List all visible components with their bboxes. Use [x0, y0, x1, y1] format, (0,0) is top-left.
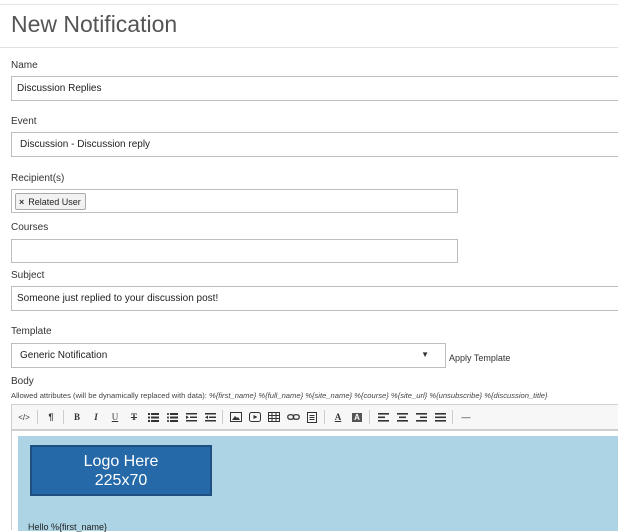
subject-input[interactable]: Someone just replied to your discussion …	[11, 286, 618, 311]
align-right-icon[interactable]	[413, 409, 429, 425]
horizontal-rule-icon[interactable]: —	[458, 409, 474, 425]
italic-icon[interactable]: I	[88, 409, 104, 425]
indent-icon[interactable]	[202, 409, 218, 425]
font-color-icon[interactable]: A	[330, 409, 346, 425]
strikethrough-icon[interactable]: T	[126, 409, 142, 425]
name-input[interactable]: Discussion Replies	[11, 76, 618, 101]
template-select-value: Generic Notification	[20, 350, 108, 361]
bold-icon[interactable]: B	[69, 409, 85, 425]
logo-text: Logo Here	[83, 453, 159, 470]
page-title: New Notification	[11, 11, 178, 37]
toolbar-separator	[63, 410, 64, 424]
logo-placeholder: Logo Here 225x70	[30, 445, 212, 496]
event-select-value: Discussion - Discussion reply	[20, 139, 151, 150]
recipient-tag: × Related User	[15, 193, 86, 210]
outdent-icon[interactable]	[183, 409, 199, 425]
event-label: Event	[11, 116, 37, 127]
template-select[interactable]: Generic Notification ▼	[11, 343, 446, 368]
underline-icon[interactable]: U	[107, 409, 123, 425]
align-center-icon[interactable]	[394, 409, 410, 425]
recipients-label: Recipient(s)	[11, 173, 65, 184]
remove-tag-icon[interactable]: ×	[19, 197, 24, 207]
allowed-attributes-prefix: Allowed attributes (will be dynamically …	[11, 391, 207, 400]
template-label: Template	[11, 326, 52, 337]
code-view-icon[interactable]: </>	[15, 409, 33, 425]
courses-input[interactable]	[11, 239, 458, 263]
apply-template-link[interactable]: Apply Template	[449, 353, 510, 363]
ordered-list-icon[interactable]	[164, 409, 180, 425]
recipients-input[interactable]: × Related User	[11, 189, 458, 213]
align-left-icon[interactable]	[375, 409, 391, 425]
recipient-tag-label: Related User	[28, 196, 81, 207]
name-label: Name	[11, 60, 38, 71]
allowed-attributes-list: %{first_name} %{full_name} %{site_name} …	[208, 391, 548, 400]
background-color-glyph: A	[352, 412, 362, 422]
email-template-canvas: Logo Here 225x70 Hello %{first_name}	[18, 436, 618, 532]
top-border	[0, 4, 618, 5]
subject-input-value: Someone just replied to your discussion …	[17, 293, 219, 304]
toolbar-separator	[324, 410, 325, 424]
background-color-icon[interactable]: A	[349, 409, 365, 425]
body-editor[interactable]: Logo Here 225x70 Hello %{first_name}	[11, 430, 618, 532]
toolbar-separator	[452, 410, 453, 424]
toolbar-separator	[369, 410, 370, 424]
justify-icon[interactable]	[432, 409, 448, 425]
editor-toolbar: </> ¶ B I U T A A —	[11, 404, 618, 430]
dropdown-arrow-icon: ▼	[421, 350, 429, 359]
file-icon[interactable]	[304, 409, 320, 425]
logo-size-text: 225x70	[94, 472, 148, 489]
toolbar-separator	[37, 410, 38, 424]
toolbar-separator	[222, 410, 223, 424]
paragraph-icon[interactable]: ¶	[43, 409, 59, 425]
subject-label: Subject	[11, 270, 45, 281]
body-label: Body	[11, 376, 34, 387]
event-select[interactable]: Discussion - Discussion reply	[11, 132, 618, 157]
name-input-value: Discussion Replies	[17, 83, 102, 94]
courses-label: Courses	[11, 222, 49, 233]
video-icon[interactable]	[247, 409, 263, 425]
table-icon[interactable]	[266, 409, 282, 425]
image-icon[interactable]	[228, 409, 244, 425]
unordered-list-icon[interactable]	[145, 409, 161, 425]
title-divider	[0, 47, 618, 48]
link-icon[interactable]	[285, 409, 301, 425]
allowed-attributes-note: Allowed attributes (will be dynamically …	[11, 391, 548, 400]
greeting-text: Hello %{first_name}	[28, 522, 108, 532]
